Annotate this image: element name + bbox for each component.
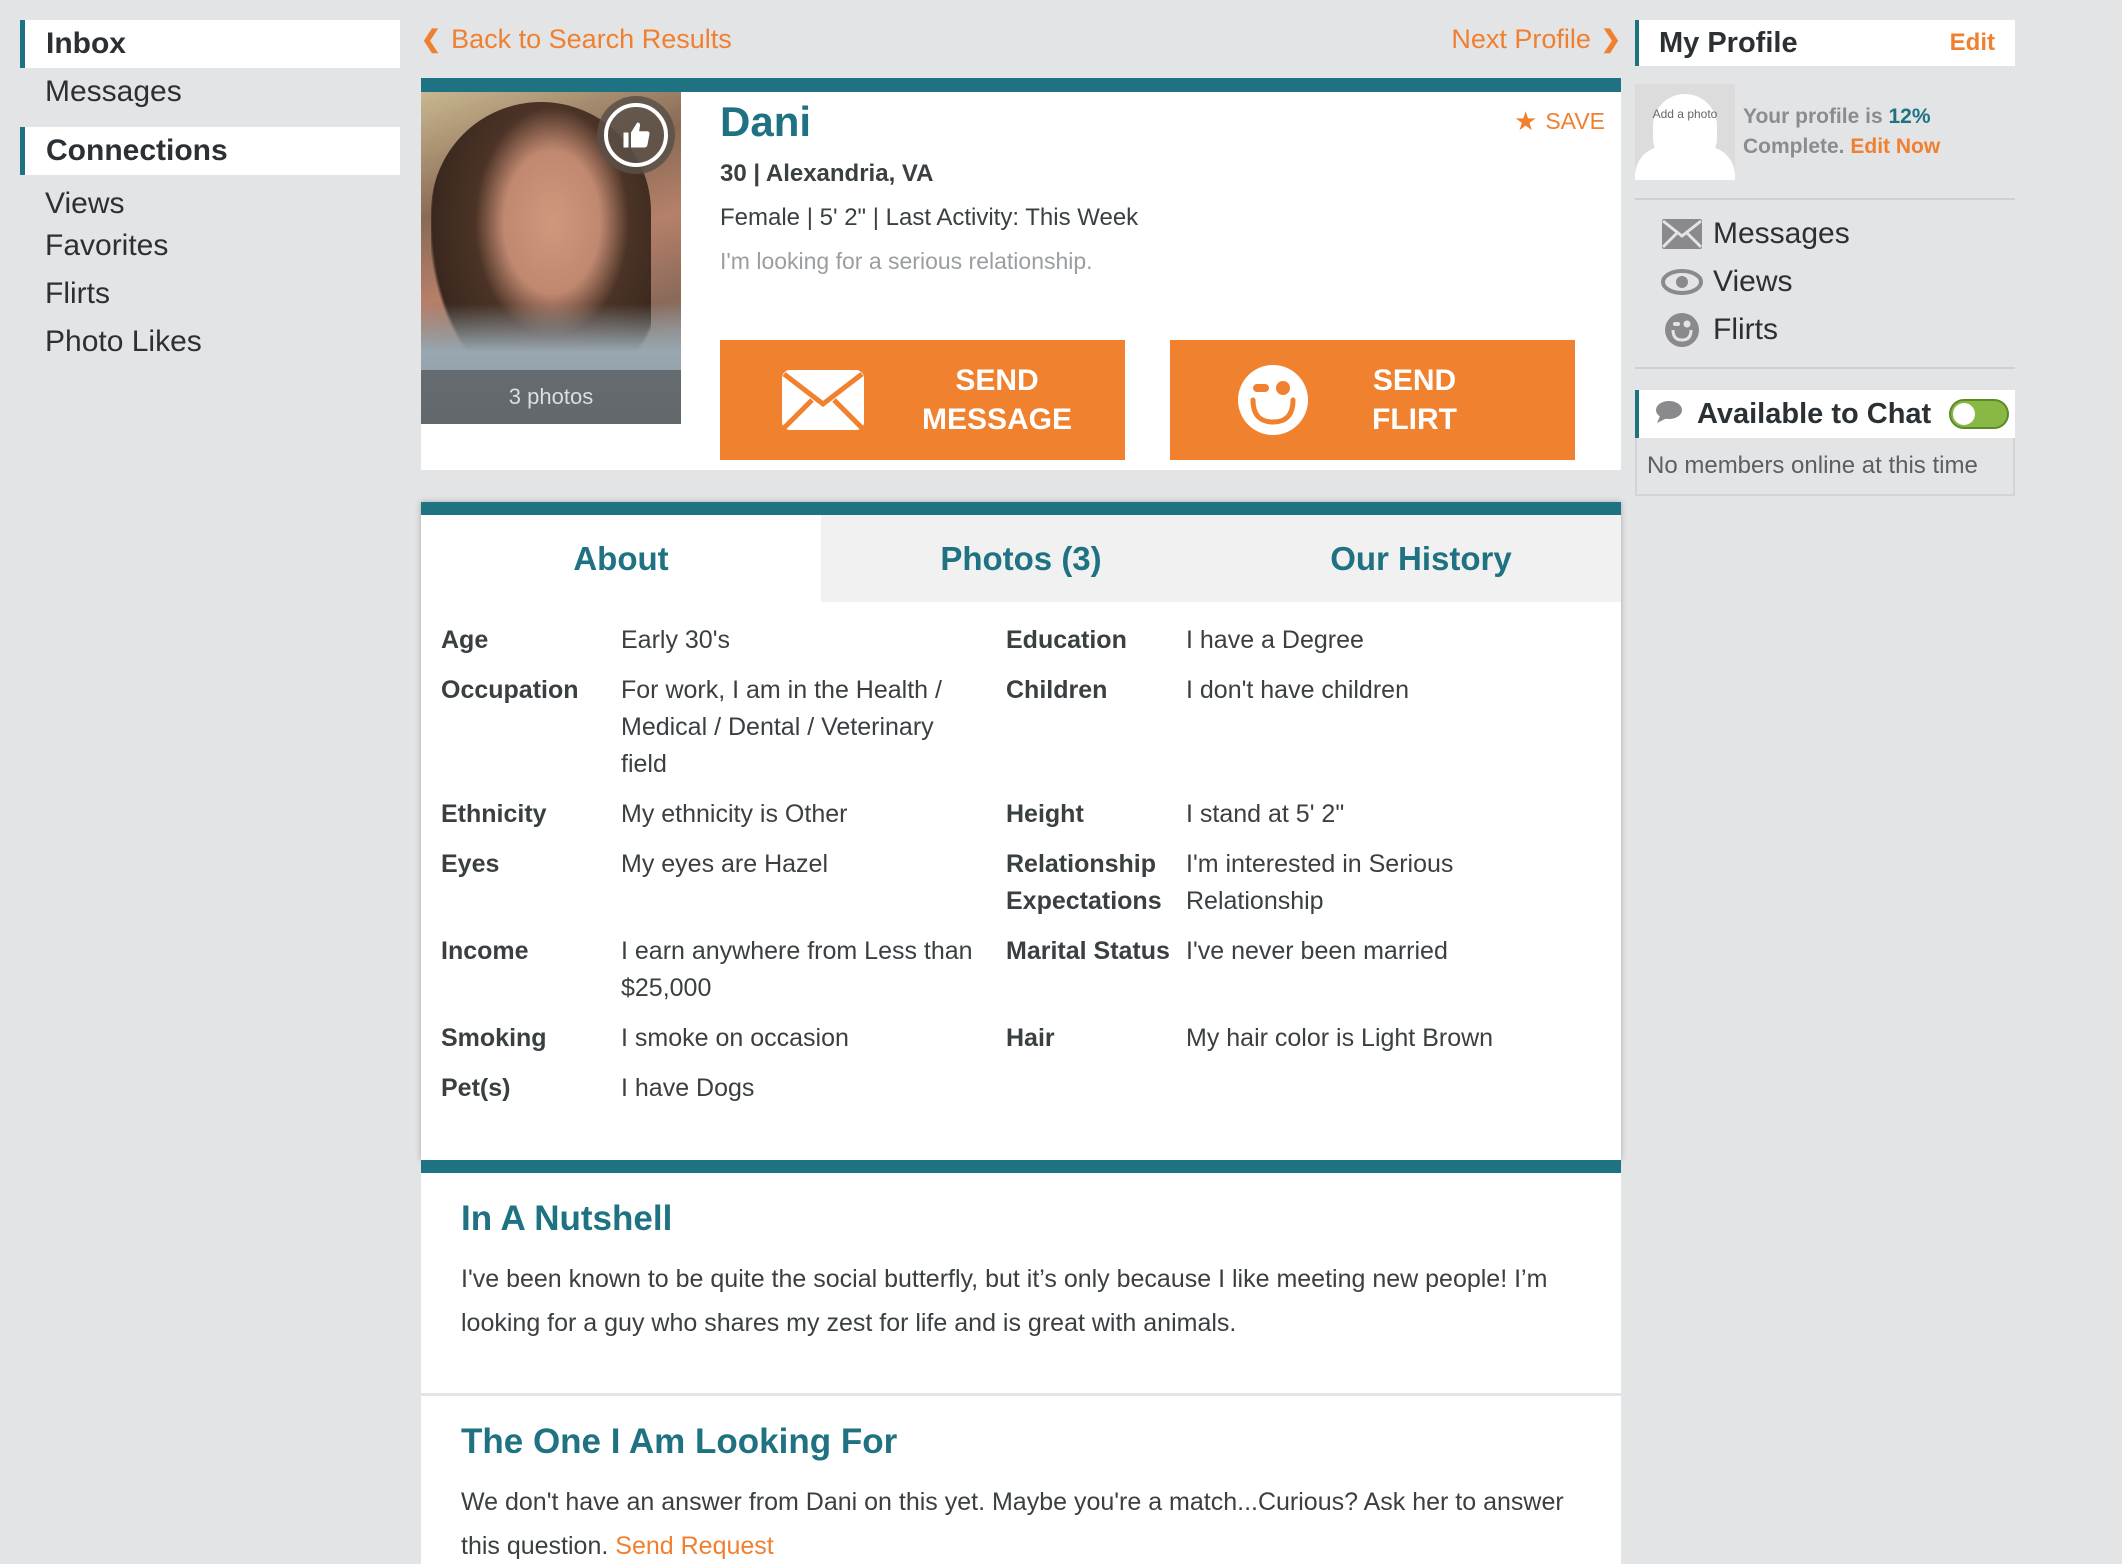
- next-link-label: Next Profile: [1451, 23, 1591, 54]
- save-label: SAVE: [1545, 108, 1605, 134]
- profile-age-location: 30 | Alexandria, VA: [720, 160, 934, 187]
- detail-row: Height I stand at 5' 2": [1006, 800, 1345, 828]
- nav-inbox-label: Inbox: [46, 27, 126, 60]
- my-profile-title: My Profile: [1659, 26, 1798, 59]
- detail-row: Relationship Expectations I'm interested …: [1006, 850, 1454, 915]
- nav-item-label: Favorites: [45, 229, 169, 262]
- tab-photos[interactable]: Photos (3): [821, 515, 1221, 602]
- my-profile-header: My Profile Edit: [1635, 20, 2015, 66]
- detail-row: Ethnicity My ethnicity is Other: [441, 800, 848, 828]
- chat-title: Available to Chat: [1697, 397, 1932, 430]
- send-flirt-button[interactable]: SEND FLIRT: [1170, 340, 1575, 460]
- chat-panel: Available to Chat No members online at t…: [1635, 390, 2015, 496]
- about-details: Age Early 30's Occupation For work, I am i…: [421, 602, 1621, 1120]
- wink-face-icon: [1661, 313, 1703, 347]
- tab-our-history[interactable]: Our History: [1221, 515, 1621, 602]
- eye-icon: [1661, 268, 1703, 296]
- profile-name: Dani: [720, 98, 812, 145]
- chat-header: Available to Chat: [1635, 390, 2015, 438]
- edit-now-link[interactable]: Edit Now: [1850, 135, 1940, 158]
- next-profile-link[interactable]: Next Profile ❯: [1451, 24, 1621, 55]
- envelope-icon: [1661, 219, 1703, 249]
- detail-row: Marital Status I've never been married: [1006, 937, 1448, 965]
- divider: [421, 1160, 1621, 1174]
- nav-item-label: Flirts: [45, 277, 110, 310]
- nav-item-photo-likes[interactable]: Photo Likes: [20, 318, 400, 366]
- nav-connections-header[interactable]: Connections: [20, 127, 400, 175]
- detail-row: Eyes My eyes are Hazel: [441, 850, 829, 878]
- my-messages-link[interactable]: Messages: [1661, 210, 2015, 258]
- nutshell-section: In A Nutshell I've been known to be quit…: [421, 1173, 1621, 1393]
- divider: [1635, 198, 2015, 200]
- nav-item-messages[interactable]: Messages: [20, 68, 400, 116]
- detail-row: Pet(s) I have Dogs: [441, 1074, 755, 1102]
- send-message-label-line2: MESSAGE: [922, 403, 1073, 436]
- like-photo-button[interactable]: [597, 96, 675, 174]
- star-icon: ★: [1514, 106, 1538, 136]
- profile-summary: Female | 5' 2" | Last Activity: This Wee…: [720, 204, 1139, 231]
- completion-percent: 12%: [1888, 105, 1931, 128]
- chevron-right-icon: ❯: [1600, 25, 1621, 53]
- add-photo-button[interactable]: Add a photo: [1635, 84, 1735, 180]
- detail-row: Smoking I smoke on occasion: [441, 1024, 849, 1052]
- send-message-button[interactable]: SEND MESSAGE: [720, 340, 1125, 460]
- profile-info: Dani 30 | Alexandria, VA Female | 5' 2" …: [720, 92, 1138, 275]
- profile-tagline: I'm looking for a serious relationship.: [720, 248, 1093, 274]
- profile-header-card: 3 photos Dani 30 | Alexandria, VA Female…: [421, 78, 1621, 470]
- my-flirts-link[interactable]: Flirts: [1661, 306, 2015, 354]
- profile-tabs: About Photos (3) Our History: [421, 515, 1621, 602]
- about-column-left: Age Early 30's Occupation For work, I am i…: [441, 622, 1006, 1120]
- nav-item-favorites[interactable]: Favorites: [20, 222, 400, 270]
- photo-count-overlay[interactable]: 3 photos: [421, 370, 681, 424]
- edit-profile-link[interactable]: Edit: [1950, 29, 1995, 57]
- back-to-search-link[interactable]: ❮ Back to Search Results: [421, 24, 732, 55]
- right-sidebar: My Profile Edit Add a photo Your profile…: [1635, 20, 2015, 496]
- detail-row: Income I earn anywhere from Less than $25…: [441, 937, 973, 1002]
- my-activity-links: Messages Views Flirts: [1635, 210, 2015, 354]
- nav-item-label: Photo Likes: [45, 325, 202, 358]
- add-photo-label: Add a photo: [1652, 107, 1718, 121]
- nav-item-label: Views: [45, 187, 125, 220]
- thumbs-up-icon: [604, 103, 668, 167]
- detail-row: Children I don't have children: [1006, 676, 1409, 704]
- nav-item-flirts[interactable]: Flirts: [20, 270, 400, 318]
- save-profile-button[interactable]: ★ SAVE: [1514, 106, 1605, 137]
- send-flirt-label-line2: FLIRT: [1372, 403, 1457, 436]
- detail-row: Hair My hair color is Light Brown: [1006, 1024, 1494, 1052]
- available-to-chat-toggle[interactable]: [1949, 399, 2010, 429]
- profile-photo[interactable]: 3 photos: [421, 92, 681, 424]
- looking-for-section: The One I Am Looking For We don't have a…: [421, 1396, 1621, 1564]
- wink-face-icon: [1232, 364, 1314, 436]
- send-request-link[interactable]: Send Request: [615, 1532, 773, 1560]
- profile-navigation: ❮ Back to Search Results Next Profile ❯: [421, 14, 1621, 64]
- nav-item-views[interactable]: Views: [20, 186, 400, 222]
- my-views-link[interactable]: Views: [1661, 258, 2015, 306]
- speech-bubble-icon: [1655, 400, 1683, 429]
- detail-row: Education I have a Degree: [1006, 626, 1364, 654]
- profile-completion: Your profile is 12% Complete. Edit Now: [1743, 105, 1941, 158]
- profile-details-card: About Photos (3) Our History Age Early 30…: [421, 502, 1621, 1174]
- tab-about[interactable]: About: [421, 515, 821, 602]
- nutshell-title: In A Nutshell: [461, 1199, 673, 1238]
- left-sidebar: Inbox Messages Connections Views Favorit…: [20, 20, 400, 366]
- detail-row: Age Early 30's: [441, 626, 730, 654]
- chat-empty-message: No members online at this time: [1635, 438, 2015, 496]
- nav-connections-label: Connections: [46, 134, 228, 167]
- send-flirt-label-line1: SEND: [1372, 364, 1457, 397]
- divider: [1635, 367, 2015, 369]
- nav-inbox-header[interactable]: Inbox: [20, 20, 400, 68]
- chevron-left-icon: ❮: [421, 25, 442, 53]
- nutshell-body: I've been known to be quite the social b…: [461, 1265, 1548, 1337]
- detail-row: Occupation For work, I am in the Health /…: [441, 676, 942, 778]
- envelope-icon: [782, 370, 864, 430]
- about-column-right: Education I have a Degree Children I don't…: [1006, 622, 1571, 1120]
- send-message-label-line1: SEND: [955, 364, 1039, 397]
- looking-for-title: The One I Am Looking For: [461, 1422, 898, 1461]
- nav-item-label: Messages: [45, 75, 182, 108]
- back-link-label: Back to Search Results: [451, 23, 732, 54]
